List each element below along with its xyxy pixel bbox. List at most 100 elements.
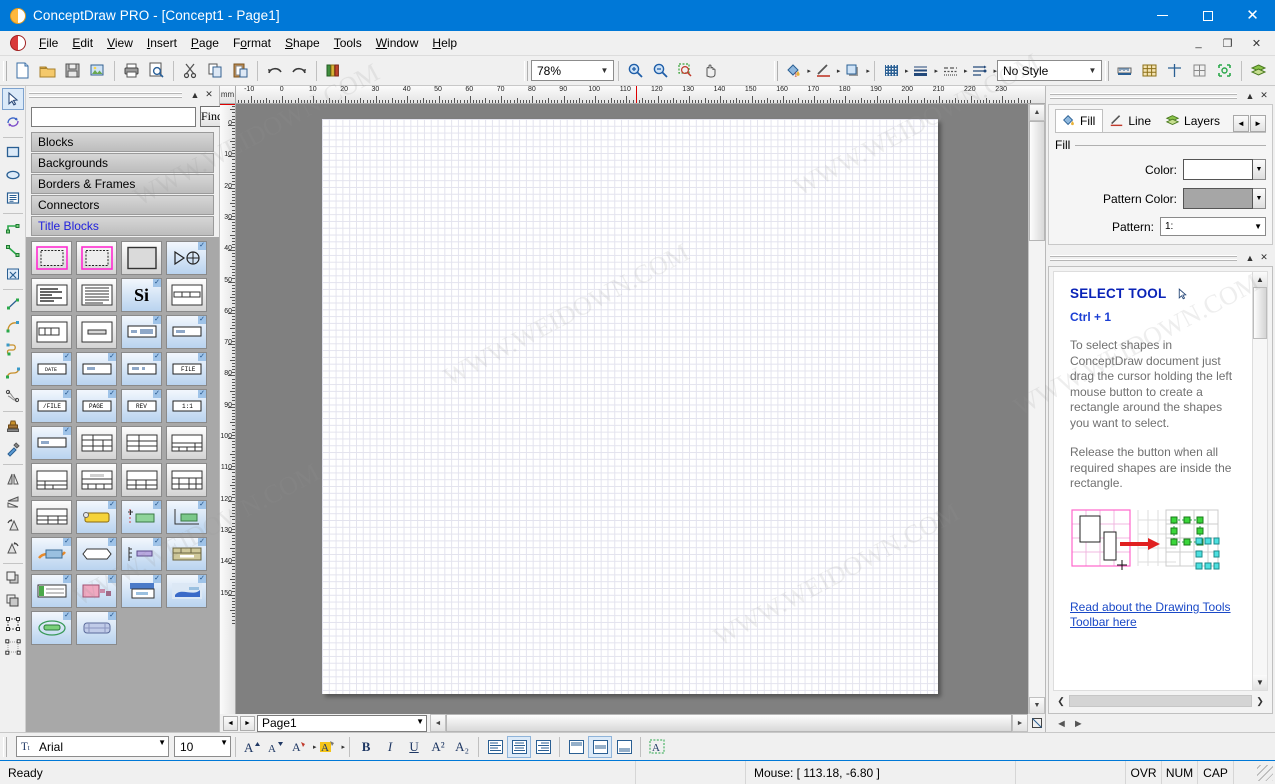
subscript-button[interactable]: A₂ [450,736,474,758]
picture-export-icon[interactable] [85,59,110,83]
hscroll-track[interactable] [446,714,1012,732]
shape-thumb[interactable] [31,315,72,349]
shadow-dropdown-arrow-icon[interactable]: ▸ [866,67,870,75]
shape-thumb[interactable] [31,500,72,534]
shape-thumb[interactable]: ✓ [166,500,207,534]
library-drag-grip[interactable] [29,91,182,98]
print-preview-icon[interactable] [144,59,169,83]
horizontal-ruler[interactable]: -20-100102030405060708090100110120130140… [236,86,1045,104]
align-left-icon[interactable] [483,736,507,758]
open-folder-icon[interactable] [35,59,60,83]
books-icon[interactable] [321,59,346,83]
zoom-out-icon[interactable] [648,59,673,83]
help-drag-grip[interactable] [1050,254,1237,261]
shape-thumb[interactable] [166,463,207,497]
bring-front-icon[interactable] [2,567,24,589]
floppy-disk-icon[interactable] [60,59,85,83]
shape-thumb[interactable]: ✓ [121,537,162,571]
menu-format[interactable]: Format [226,33,278,53]
vertical-scrollbar[interactable]: ▲ ▼ [1028,104,1045,714]
shape-thumb[interactable]: ✓ [31,537,72,571]
shape-thumb[interactable] [121,241,162,275]
shape-thumb[interactable]: ✓ [166,241,207,275]
shape-thumb[interactable]: ✓ [76,611,117,645]
group-icon[interactable] [2,613,24,635]
grid-icon[interactable] [1137,59,1162,83]
minimize-button[interactable] [1140,0,1185,31]
category-connectors[interactable]: Connectors [31,195,214,215]
category-borders-frames[interactable]: Borders & Frames [31,174,214,194]
shape-thumb[interactable]: ✓ PAGE [76,389,117,423]
ruler-unit-corner[interactable]: mm [220,86,236,104]
decrease-font-size-button[interactable]: A [264,736,288,758]
polyline-tool[interactable] [2,339,24,361]
pattern-combo[interactable]: 1: ▼ [1160,217,1266,236]
pattern-color-swatch[interactable] [1183,188,1253,209]
line-pen-icon[interactable] [811,59,836,83]
shape-thumb[interactable] [31,463,72,497]
rotate-right-icon[interactable] [2,537,24,559]
line-ends-icon[interactable] [967,59,992,83]
hscroll-thumb[interactable] [446,714,1012,732]
rotate-tool[interactable] [2,111,24,133]
scroll-down-button[interactable]: ▼ [1029,697,1045,714]
increase-font-size-button[interactable]: A [240,736,264,758]
help-scroll-down-button[interactable]: ▼ [1253,675,1267,690]
fill-bucket-icon[interactable]: 1 [781,59,806,83]
fit-page-button[interactable] [1028,714,1045,732]
shape-thumb[interactable] [31,278,72,312]
mdi-minimize-button[interactable]: _ [1184,33,1213,53]
direct-connector-tool[interactable] [2,240,24,262]
horizontal-scrollbar[interactable]: ◄ ► [430,714,1028,732]
shape-thumb[interactable]: ✓ [31,574,72,608]
mdi-restore-button[interactable]: ❐ [1213,33,1242,53]
menu-shape[interactable]: Shape [278,33,327,53]
tab-scroll-left-button[interactable]: ◄ [1233,115,1249,132]
text-block-tool-icon[interactable]: A [645,736,669,758]
menu-view[interactable]: View [100,33,140,53]
arc-tool[interactable] [2,316,24,338]
properties-close-button[interactable]: ✕ [1257,89,1271,103]
copy-icon[interactable] [203,59,228,83]
page-selector-combo[interactable]: Page1 ▼ [257,714,427,732]
font-family-combo[interactable]: Tt Arial ▼ [16,736,169,757]
maximize-button[interactable] [1185,0,1230,31]
tab-line[interactable]: Line [1103,109,1159,132]
chevron-down-icon[interactable]: ▼ [416,717,424,726]
next-page-button[interactable]: ► [240,715,255,731]
edit-points-tool[interactable] [2,385,24,407]
ruler-icon[interactable] [1112,59,1137,83]
ungroup-icon[interactable] [2,636,24,658]
shape-thumb[interactable]: ✓ [31,611,72,645]
valign-middle-icon[interactable] [588,735,613,758]
scroll-right-button[interactable]: ► [1012,714,1028,732]
shape-thumb[interactable] [166,278,207,312]
scroll-thumb[interactable] [1029,121,1045,241]
zoom-in-icon[interactable] [623,59,648,83]
tab-fill[interactable]: Fill [1055,109,1104,132]
shape-thumb[interactable]: ✓/FILE [31,389,72,423]
shape-thumb[interactable] [121,463,162,497]
new-file-icon[interactable] [10,59,35,83]
shape-thumb[interactable] [76,315,117,349]
shape-thumb[interactable] [76,463,117,497]
connection-point-tool[interactable] [2,263,24,285]
toolbar-grip[interactable] [3,60,7,81]
mdi-close-button[interactable]: ✕ [1242,33,1271,53]
shape-thumb[interactable] [166,426,207,460]
chevron-down-icon[interactable]: ▼ [596,61,613,80]
shape-thumb[interactable]: ✓ [31,426,72,460]
zoom-selection-icon[interactable] [673,59,698,83]
help-scroll-track[interactable] [1253,287,1267,675]
ellipse-tool[interactable] [2,164,24,186]
send-back-icon[interactable] [2,590,24,612]
help-scroll-thumb[interactable] [1253,287,1267,339]
format-bar-grip[interactable] [3,736,7,757]
document-page[interactable] [322,119,938,694]
align-right-icon[interactable] [531,736,555,758]
canvas[interactable] [236,104,1028,714]
chevron-down-icon[interactable]: ▼ [220,738,228,747]
shape-thumb[interactable]: ✓ [121,315,162,349]
help-vertical-scrollbar[interactable]: ▲ ▼ [1252,272,1267,690]
help-hscroll-right-button[interactable]: ❯ [1252,696,1268,707]
